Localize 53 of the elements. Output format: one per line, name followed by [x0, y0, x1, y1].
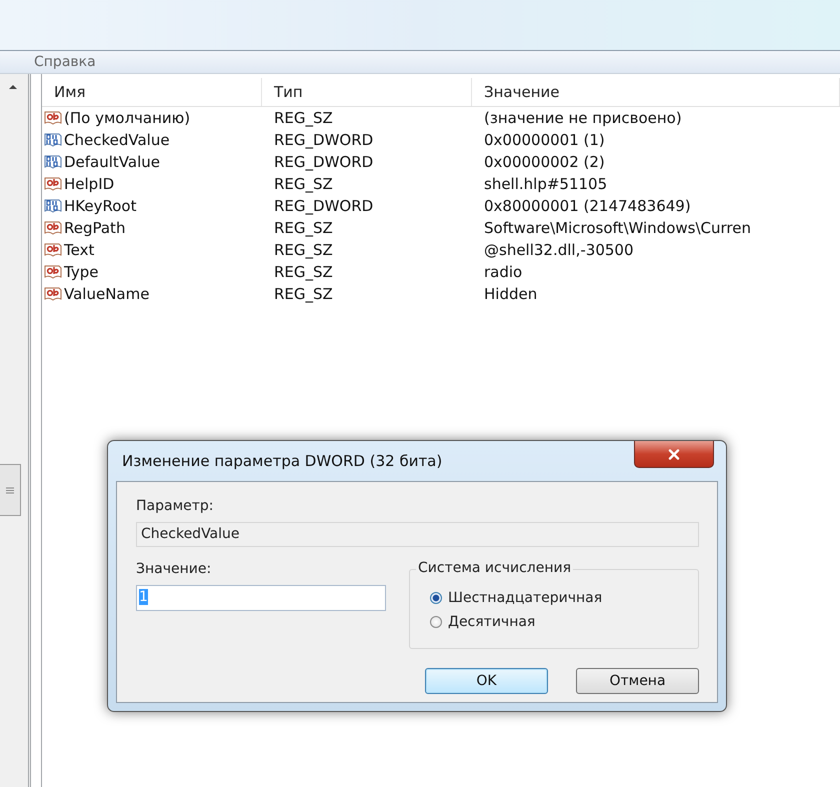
value-name: ValueName	[64, 285, 150, 303]
value-type: REG_SZ	[273, 175, 334, 193]
string-value-icon	[44, 176, 62, 192]
close-button[interactable]	[634, 441, 714, 468]
scroll-thumb[interactable]	[0, 464, 21, 516]
scroll-up-icon[interactable]	[8, 84, 18, 90]
binary-value-icon	[44, 132, 62, 148]
string-value-icon	[44, 286, 62, 302]
value-data: 0x00000002 (2)	[483, 153, 606, 171]
value-data: @shell32.dll,-30500	[483, 241, 634, 259]
binary-value-icon	[44, 198, 62, 214]
value-name-field[interactable]: CheckedValue	[136, 522, 699, 547]
value-data: (значение не присвоено)	[483, 109, 683, 127]
column-header[interactable]: Тип	[262, 78, 472, 106]
value-name: DefaultValue	[64, 153, 160, 171]
value-type: REG_DWORD	[273, 153, 374, 171]
dialog-button[interactable]: OK	[425, 668, 548, 694]
value-name: Type	[64, 263, 98, 281]
string-value-icon	[44, 242, 62, 258]
value-type: REG_SZ	[273, 285, 334, 303]
value-data: Software\Microsoft\Windows\Curren	[483, 219, 752, 237]
binary-value-icon	[44, 154, 62, 170]
string-value-icon	[44, 220, 62, 236]
string-value-icon	[44, 110, 62, 126]
value-data: shell.hlp#51105	[483, 175, 608, 193]
value-data: radio	[483, 263, 524, 281]
value-data: 0x00000001 (1)	[483, 131, 606, 149]
column-header[interactable]: Имя	[42, 78, 262, 106]
field-label: Параметр:	[136, 498, 215, 514]
value-name: RegPath	[64, 219, 126, 237]
string-value-icon	[44, 264, 62, 280]
field-label: Значение:	[136, 561, 212, 577]
value-name: Text	[64, 241, 94, 259]
radio-option[interactable]: Шестнадцатеричная	[430, 586, 698, 610]
value-type: REG_DWORD	[273, 197, 374, 215]
column-header[interactable]: Значение	[472, 78, 840, 106]
value-type: REG_DWORD	[273, 131, 374, 149]
dialog-title: Изменение параметра DWORD (32 бита)	[121, 452, 442, 470]
radio-option[interactable]: Десятичная	[430, 610, 698, 634]
value-type: REG_SZ	[273, 263, 334, 281]
value-type: REG_SZ	[273, 109, 334, 127]
value-type: REG_SZ	[273, 241, 334, 259]
value-name: CheckedValue	[64, 131, 170, 149]
value-type: REG_SZ	[273, 219, 334, 237]
value-name: (По умолчанию)	[64, 109, 190, 127]
menu-item[interactable]: Справка	[34, 54, 96, 70]
close-icon	[668, 448, 680, 460]
value-data: Hidden	[483, 285, 538, 303]
value-name: HKeyRoot	[64, 197, 136, 215]
dialog-button[interactable]: Отмена	[576, 668, 699, 694]
value-data: 0x80000001 (2147483649)	[483, 197, 692, 215]
scrollbar[interactable]	[0, 74, 31, 787]
value-name: HelpID	[64, 175, 114, 193]
